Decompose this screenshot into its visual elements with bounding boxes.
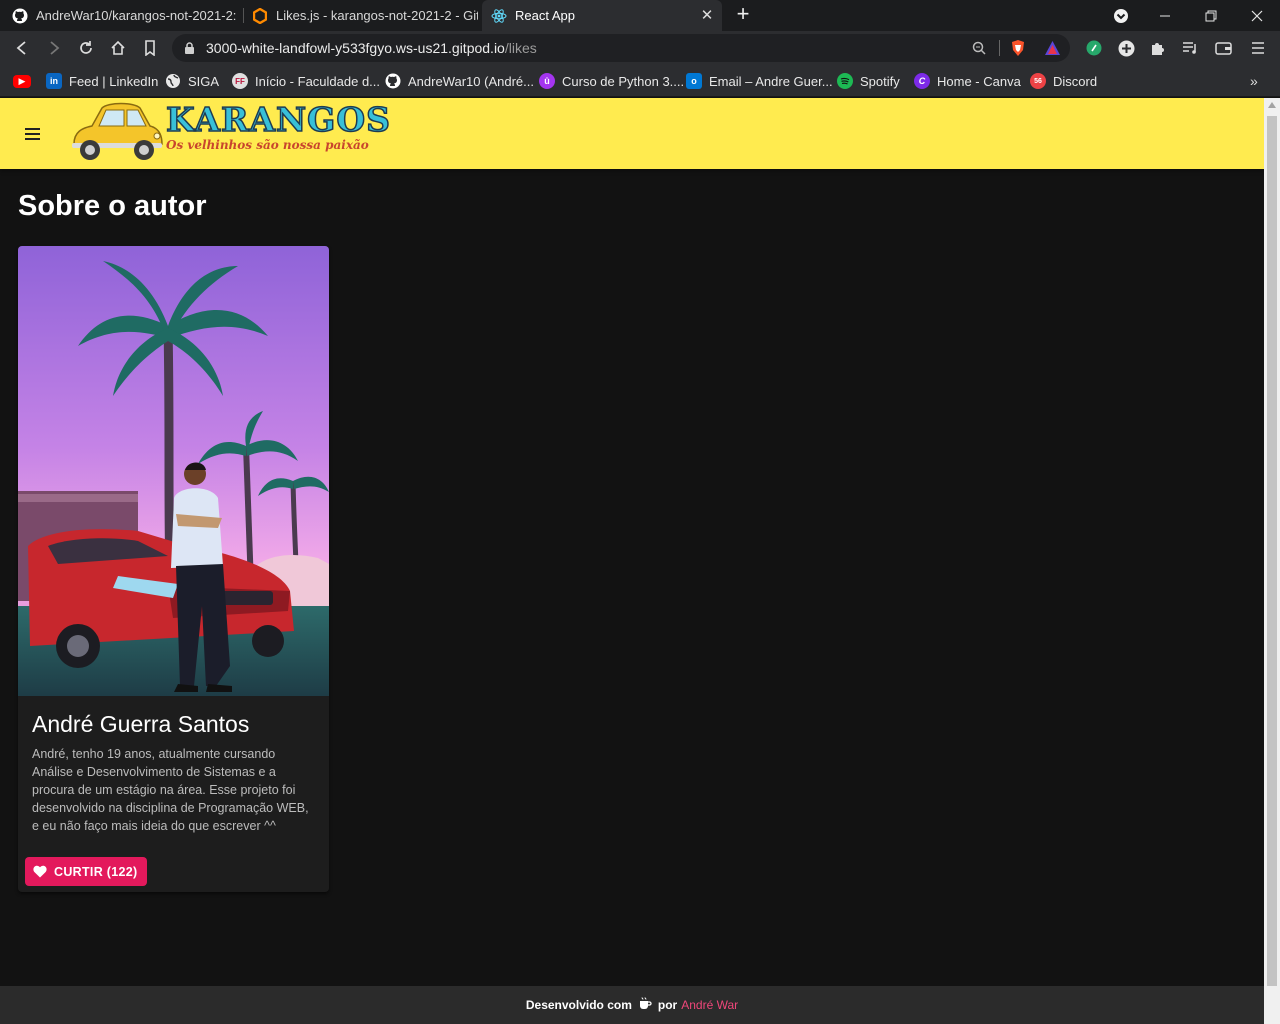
coffee-cup-icon	[638, 996, 652, 1014]
tab-search-button[interactable]	[1098, 0, 1144, 31]
author-description: André, tenho 19 anos, atualmente cursand…	[32, 747, 309, 833]
close-icon	[1251, 10, 1263, 21]
menu-icon	[25, 128, 40, 140]
tab-title: AndreWar10/karangos-not-2021-2:	[36, 8, 237, 23]
yellow-car-icon	[72, 102, 163, 160]
bookmark-discord[interactable]: 56 Discord	[1030, 71, 1097, 91]
hamburger-menu-button[interactable]	[20, 122, 44, 146]
playlist-icon[interactable]	[1180, 38, 1200, 58]
app-bar: KARANGOS Os velhinhos são nossa paixão	[0, 98, 1264, 169]
new-tab-button[interactable]: +	[732, 3, 754, 26]
close-window-button[interactable]	[1234, 0, 1280, 31]
web-page: KARANGOS Os velhinhos são nossa paixão S…	[0, 98, 1264, 1024]
browser-toolbar: 3000-white-landfowl-y533fgyo.ws-us21.git…	[0, 31, 1280, 65]
bookmark-icon	[145, 40, 155, 56]
footer-prefix: Desenvolvido com	[525, 998, 632, 1012]
logo-title: KARANGOS	[165, 99, 391, 140]
outlook-icon: o	[686, 73, 702, 89]
wallet-icon[interactable]	[1213, 38, 1233, 58]
karangos-logo[interactable]: KARANGOS Os velhinhos são nossa paixão	[68, 99, 391, 162]
extensions-puzzle-icon[interactable]	[1148, 38, 1168, 58]
page-footer: Desenvolvido com por André War	[0, 986, 1264, 1024]
brave-rewards-icon[interactable]	[1044, 40, 1061, 56]
udemy-icon: û	[539, 73, 555, 89]
chevron-down-icon	[1114, 8, 1128, 23]
author-name: André Guerra Santos	[32, 711, 250, 737]
like-button-label: CURTIR (122)	[54, 864, 138, 879]
more-bookmarks-button[interactable]: »	[1250, 71, 1258, 91]
restore-icon	[1205, 10, 1217, 21]
browser-tab-strip: AndreWar10/karangos-not-2021-2: Likes.js…	[0, 0, 1280, 31]
canva-icon: C	[914, 73, 930, 89]
lock-icon	[185, 42, 194, 54]
home-button[interactable]	[106, 36, 130, 60]
globe-icon	[165, 73, 181, 89]
brave-shield-icon[interactable]	[1010, 39, 1026, 57]
bookmark-python-course[interactable]: û Curso de Python 3....	[539, 71, 684, 91]
tab-title: React App	[515, 8, 575, 23]
heart-icon	[33, 865, 47, 878]
bookmark-button[interactable]	[138, 36, 162, 60]
forward-button[interactable]	[42, 36, 66, 60]
scrollbar-thumb[interactable]	[1267, 116, 1277, 986]
scroll-up-arrow-icon[interactable]	[1268, 102, 1276, 108]
bookmark-email[interactable]: o Email – Andre Guer...	[686, 71, 833, 91]
back-arrow-icon	[16, 41, 26, 55]
logo-tagline: Os velhinhos são nossa paixão	[166, 138, 369, 152]
github-icon	[385, 73, 401, 89]
spotify-icon	[837, 73, 853, 89]
tab-gitpod[interactable]: Likes.js - karangos-not-2021-2 - Gitpod	[252, 0, 478, 31]
bookmark-linkedin[interactable]: in Feed | LinkedIn	[46, 71, 158, 91]
extension-add-icon[interactable]	[1116, 38, 1136, 58]
footer-author-link[interactable]: André War	[681, 998, 738, 1012]
url-text: 3000-white-landfowl-y533fgyo.ws-us21.git…	[206, 40, 537, 56]
bookmark-github[interactable]: AndreWar10 (André...	[385, 71, 534, 91]
tab-github[interactable]: AndreWar10/karangos-not-2021-2:	[12, 0, 240, 31]
github-icon	[12, 8, 28, 24]
bookmark-faculdade[interactable]: FF Início - Faculdade d...	[232, 71, 380, 91]
linkedin-icon: in	[46, 73, 62, 89]
bookmark-youtube[interactable]: ▶	[13, 71, 38, 91]
forward-arrow-icon	[50, 41, 60, 55]
back-button[interactable]	[10, 36, 34, 60]
youtube-icon: ▶	[13, 74, 31, 88]
fatec-icon: FF	[232, 73, 248, 89]
gitpod-icon	[252, 7, 268, 24]
address-bar[interactable]: 3000-white-landfowl-y533fgyo.ws-us21.git…	[172, 34, 1070, 62]
bookmark-siga[interactable]: SIGA	[165, 71, 219, 91]
minimize-icon	[1160, 15, 1170, 16]
tab-title: Likes.js - karangos-not-2021-2 - Gitpod	[276, 8, 478, 23]
author-photo	[18, 246, 329, 696]
footer-middle: por	[657, 998, 678, 1012]
react-icon	[491, 8, 507, 24]
like-button[interactable]: CURTIR (122)	[25, 857, 148, 886]
tab-react-app[interactable]: React App ✕	[482, 0, 722, 31]
home-icon	[111, 40, 125, 55]
restore-button[interactable]	[1188, 0, 1234, 31]
bookmark-spotify[interactable]: Spotify	[837, 71, 900, 91]
extension-grammarly-icon[interactable]	[1084, 38, 1104, 58]
bookmark-canva[interactable]: C Home - Canva	[914, 71, 1021, 91]
page-scrollbar[interactable]	[1264, 98, 1280, 1024]
minimize-button[interactable]	[1142, 0, 1188, 31]
page-title: Sobre o autor	[18, 190, 207, 222]
discord-icon: 56	[1030, 73, 1046, 89]
reload-icon	[80, 41, 92, 54]
reload-button[interactable]	[74, 36, 98, 60]
browser-menu-icon[interactable]	[1248, 38, 1268, 58]
zoom-icon[interactable]	[972, 41, 986, 55]
bookmarks-bar: ▶ in Feed | LinkedIn SIGA FF Início - Fa…	[0, 65, 1280, 97]
author-card: André Guerra Santos André, tenho 19 anos…	[18, 246, 329, 892]
close-tab-icon[interactable]: ✕	[698, 6, 716, 24]
